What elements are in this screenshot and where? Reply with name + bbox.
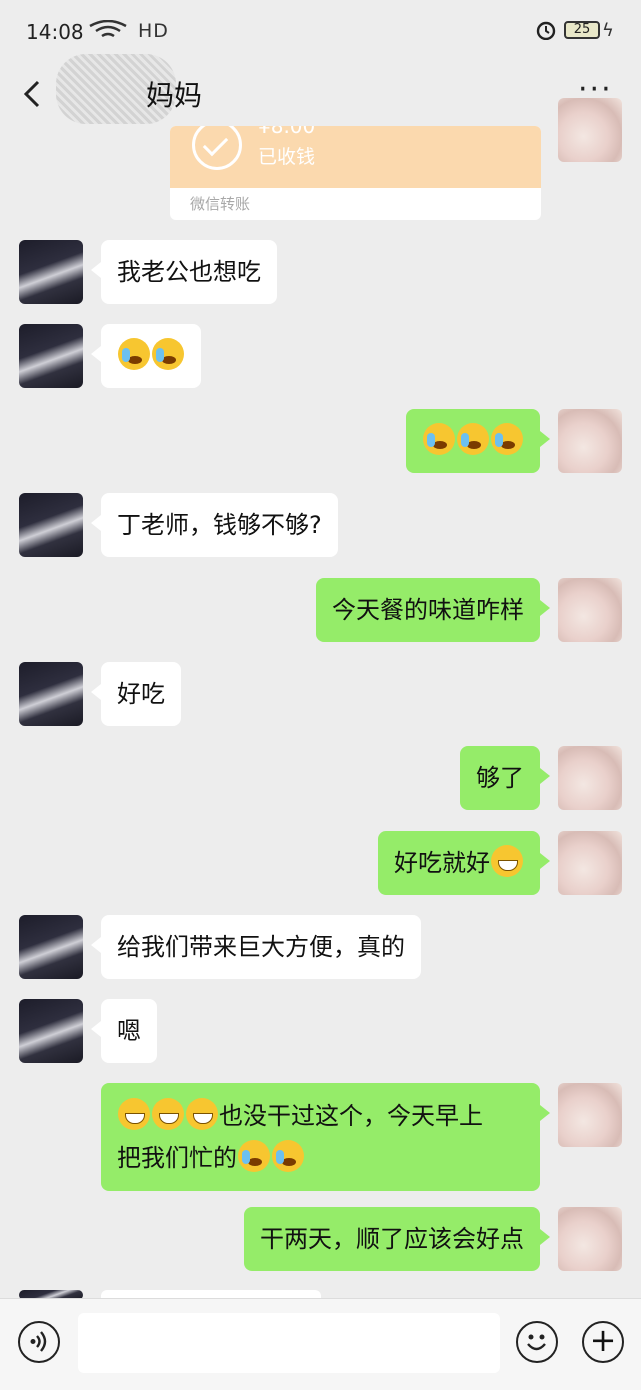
message-bubble-outgoing[interactable]: 干两天，顺了应该会好点 (244, 1207, 550, 1271)
message-text: 干两天，顺了应该会好点 (260, 1225, 524, 1253)
crying-laughing-emoji-icon (152, 338, 184, 370)
transfer-card[interactable]: ¥8.00 已收钱 微信转账 (170, 126, 541, 220)
grinning-emoji-icon (118, 1098, 150, 1130)
network-indicator: HD (88, 19, 169, 42)
voice-icon[interactable] (18, 1321, 60, 1363)
crying-laughing-emoji-icon (491, 423, 523, 455)
chat-header: 妈妈 ··· (0, 54, 641, 126)
avatar-self[interactable] (558, 746, 622, 810)
avatar-contact[interactable] (19, 662, 83, 726)
message-text: 今天餐的味道咋样 (332, 596, 524, 624)
avatar-contact[interactable] (19, 999, 83, 1063)
message-text: 给我们带来巨大方便，真的 (117, 933, 405, 961)
message-text: 够了 (476, 764, 524, 792)
message-bubble-outgoing[interactable]: 够了 (460, 746, 550, 810)
wifi-icon (89, 19, 127, 38)
network-label: HD (138, 20, 169, 42)
message-text: 嗯 (117, 1017, 141, 1045)
status-time: 14:08 (26, 20, 84, 44)
chat-input-bar: + (0, 1298, 641, 1390)
message-bubble-incoming[interactable]: 嗯 (91, 999, 157, 1063)
grinning-emoji-icon (491, 845, 523, 877)
message-bubble-incoming[interactable]: 好吃 (91, 662, 181, 726)
crying-laughing-emoji-icon (272, 1140, 304, 1172)
transfer-amount: ¥8.00 (258, 126, 316, 138)
back-chevron-icon[interactable] (20, 74, 50, 114)
message-bubble-incoming[interactable] (91, 324, 201, 388)
message-input[interactable] (78, 1313, 500, 1373)
avatar-self[interactable] (558, 831, 622, 895)
message-bubble-outgoing[interactable]: 好吃就好 (378, 831, 550, 895)
message-bubble-outgoing[interactable]: 也没干过这个，今天早上 把我们忙的 (101, 1083, 550, 1191)
message-text-line2: 把我们忙的 (117, 1144, 237, 1172)
charging-icon: ϟ (602, 20, 614, 41)
avatar-contact[interactable] (19, 240, 83, 304)
message-bubble-outgoing[interactable]: 今天餐的味道咋样 (316, 578, 550, 642)
message-text: 我老公也想吃 (117, 258, 261, 286)
message-bubble-incoming[interactable]: 丁老师，钱够不够? (91, 493, 338, 557)
avatar-self[interactable] (558, 1083, 622, 1147)
crying-laughing-emoji-icon (118, 338, 150, 370)
transfer-card-body: ¥8.00 已收钱 (170, 126, 541, 188)
grinning-emoji-icon (152, 1098, 184, 1130)
check-circle-icon (192, 126, 242, 170)
avatar-self[interactable] (558, 98, 622, 162)
message-bubble-incoming[interactable]: 给我们带来巨大方便，真的 (91, 915, 421, 979)
avatar-contact[interactable] (19, 324, 83, 388)
message-bubble-incoming[interactable]: 我老公也想吃 (91, 240, 277, 304)
avatar-self[interactable] (558, 1207, 622, 1271)
avatar-self[interactable] (558, 578, 622, 642)
grinning-emoji-icon (186, 1098, 218, 1130)
crying-laughing-emoji-icon (457, 423, 489, 455)
transfer-label: 微信转账 (190, 195, 251, 213)
message-text: 好吃 (117, 680, 165, 708)
avatar-contact[interactable] (19, 493, 83, 557)
avatar-self[interactable] (558, 409, 622, 473)
message-text: 丁老师，钱够不够? (117, 511, 322, 539)
chat-title: 妈妈 (146, 79, 203, 112)
avatar-contact[interactable] (19, 915, 83, 979)
transfer-status: 已收钱 (258, 146, 316, 168)
emoji-icon[interactable] (516, 1321, 558, 1363)
message-text-line1: 也没干过这个，今天早上 (219, 1102, 483, 1130)
message-bubble-outgoing[interactable] (406, 409, 550, 473)
battery-indicator: 25 (564, 21, 600, 39)
crying-laughing-emoji-icon (238, 1140, 270, 1172)
crying-laughing-emoji-icon (423, 423, 455, 455)
alarm-icon (536, 21, 556, 40)
message-text: 好吃就好 (394, 849, 490, 877)
plus-icon[interactable]: + (582, 1321, 624, 1363)
